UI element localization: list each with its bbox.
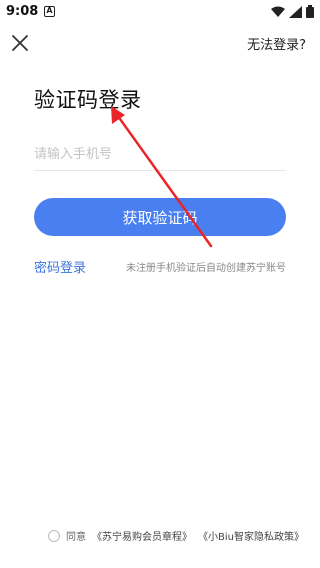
auto-register-hint: 未注册手机验证后自动创建苏宁账号 xyxy=(126,263,286,274)
agree-radio[interactable] xyxy=(48,529,60,542)
status-time: 9:08 xyxy=(6,4,39,19)
notification-icon: A xyxy=(44,6,55,17)
agreement-row: 同意 《苏宁易购会员章程》 《小Biu智家隐私政策》 xyxy=(48,528,304,543)
status-bar: 9:08 A xyxy=(0,0,320,24)
battery-icon xyxy=(306,5,314,18)
privacy-policy-link[interactable]: 《小Biu智家隐私政策》 xyxy=(198,528,304,543)
get-code-button[interactable]: 获取验证码 xyxy=(34,198,286,236)
agree-label: 同意 xyxy=(66,532,86,543)
close-icon[interactable] xyxy=(10,33,30,53)
phone-input[interactable] xyxy=(34,138,286,171)
status-icons xyxy=(271,5,314,18)
wifi-icon xyxy=(271,6,285,17)
signal-icon xyxy=(289,5,302,18)
password-login-link[interactable]: 密码登录 xyxy=(34,257,86,276)
page-title: 验证码登录 xyxy=(34,88,142,112)
member-charter-link[interactable]: 《苏宁易购会员章程》 xyxy=(92,528,192,543)
cannot-login-link[interactable]: 无法登录? xyxy=(247,34,306,53)
